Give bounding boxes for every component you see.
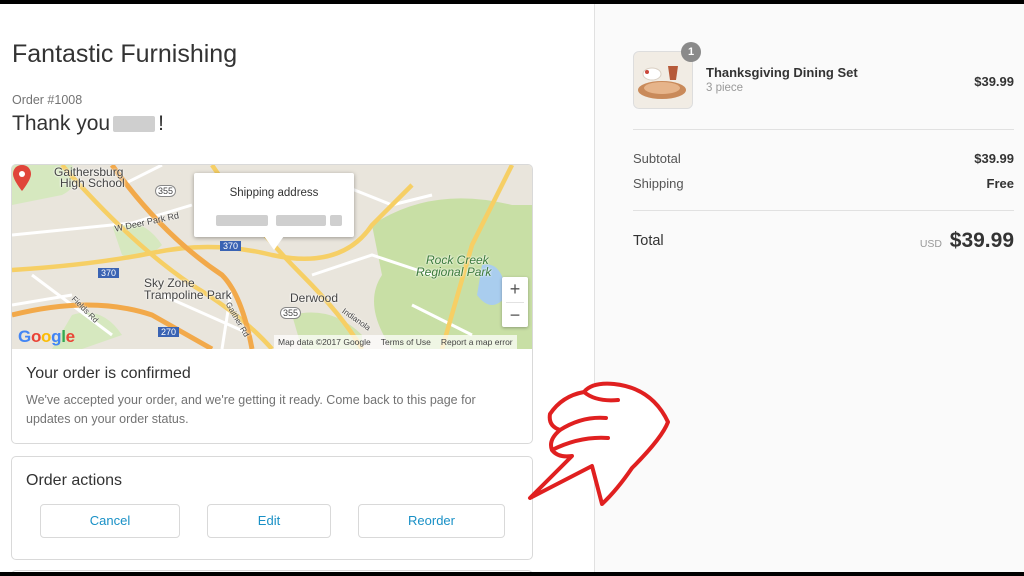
highway-shield-icon: 355 [280, 307, 302, 319]
map-pin-icon[interactable] [12, 165, 32, 191]
shop-title[interactable]: Fantastic Furnishing [12, 40, 237, 69]
order-number: Order #1008 [12, 93, 83, 107]
quantity-badge: 1 [681, 42, 701, 62]
terms-of-use-link[interactable]: Terms of Use [381, 337, 431, 347]
product-variant: 3 piece [706, 82, 744, 94]
highway-shield-icon: 370 [220, 241, 242, 251]
thank-you-suffix: ! [158, 112, 164, 135]
main-content: Fantastic Furnishing Order #1008 Thank y… [0, 4, 594, 572]
redacted-address [276, 215, 326, 226]
zoom-in-button[interactable]: + [502, 277, 528, 302]
redacted-customer-name [113, 116, 156, 133]
shipping-address-popup: Shipping address [194, 173, 354, 237]
map-label-high-school: High School [60, 176, 125, 190]
subtotal-label: Subtotal [633, 151, 681, 166]
google-logo-letter: o [41, 327, 52, 346]
total-currency: USD [919, 238, 942, 250]
shipping-value: Free [986, 176, 1014, 191]
google-logo[interactable]: Google [18, 327, 75, 347]
product-name: Thanksgiving Dining Set [706, 65, 858, 80]
next-card [11, 570, 533, 572]
edit-button[interactable]: Edit [207, 504, 331, 538]
cancel-button[interactable]: Cancel [40, 504, 180, 538]
confirmation-text: We've accepted your order, and we're get… [26, 393, 476, 426]
zoom-out-button[interactable]: − [502, 303, 528, 328]
map-zoom-control: + − [502, 277, 528, 327]
order-status-card: 355 370 370 355 270 Gaithersburg High Sc… [11, 164, 533, 444]
thank-you-prefix: Thank you [12, 112, 111, 135]
reorder-button[interactable]: Reorder [358, 504, 505, 538]
report-map-error-link[interactable]: Report a map error [441, 337, 513, 347]
total-amount: $39.99 [949, 229, 1014, 252]
shipping-map[interactable]: 355 370 370 355 270 Gaithersburg High Sc… [12, 165, 532, 349]
google-logo-letter: o [30, 327, 42, 346]
popup-tail [264, 236, 284, 250]
popup-title: Shipping address [229, 187, 319, 199]
thank-you-heading: Thank you! [12, 112, 164, 136]
redacted-address [330, 215, 342, 226]
google-logo-letter: g [51, 327, 62, 346]
highway-shield-icon: 370 [98, 268, 120, 278]
map-label-trampoline-park: Trampoline Park [144, 288, 232, 302]
google-logo-letter: G [18, 327, 31, 346]
map-label-derwood: Derwood [290, 291, 339, 305]
redacted-address [216, 215, 268, 226]
summary-divider [633, 210, 1014, 211]
google-logo-letter: e [65, 327, 75, 346]
shipping-label: Shipping [633, 176, 684, 191]
product-image [634, 52, 692, 108]
map-data-credit: Map data ©2017 Google [278, 337, 371, 347]
total-label: Total [633, 233, 664, 249]
order-actions-card: Order actions Cancel Edit Reorder [11, 456, 533, 560]
highway-shield-icon: 270 [158, 327, 180, 337]
map-attribution: Map data ©2017 Google Terms of Use Report … [274, 335, 517, 349]
map-label-regional-park: Regional Park [416, 265, 492, 279]
highway-shield-icon: 355 [155, 185, 177, 197]
subtotal-value: $39.99 [974, 151, 1014, 166]
order-actions-title: Order actions [26, 472, 123, 489]
confirmation-title: Your order is confirmed [26, 365, 191, 382]
product-price: $39.99 [974, 74, 1014, 89]
screenshot-frame: Fantastic Furnishing Order #1008 Thank y… [0, 4, 1024, 572]
summary-divider [633, 129, 1014, 130]
pointing-hand-icon [528, 381, 670, 506]
